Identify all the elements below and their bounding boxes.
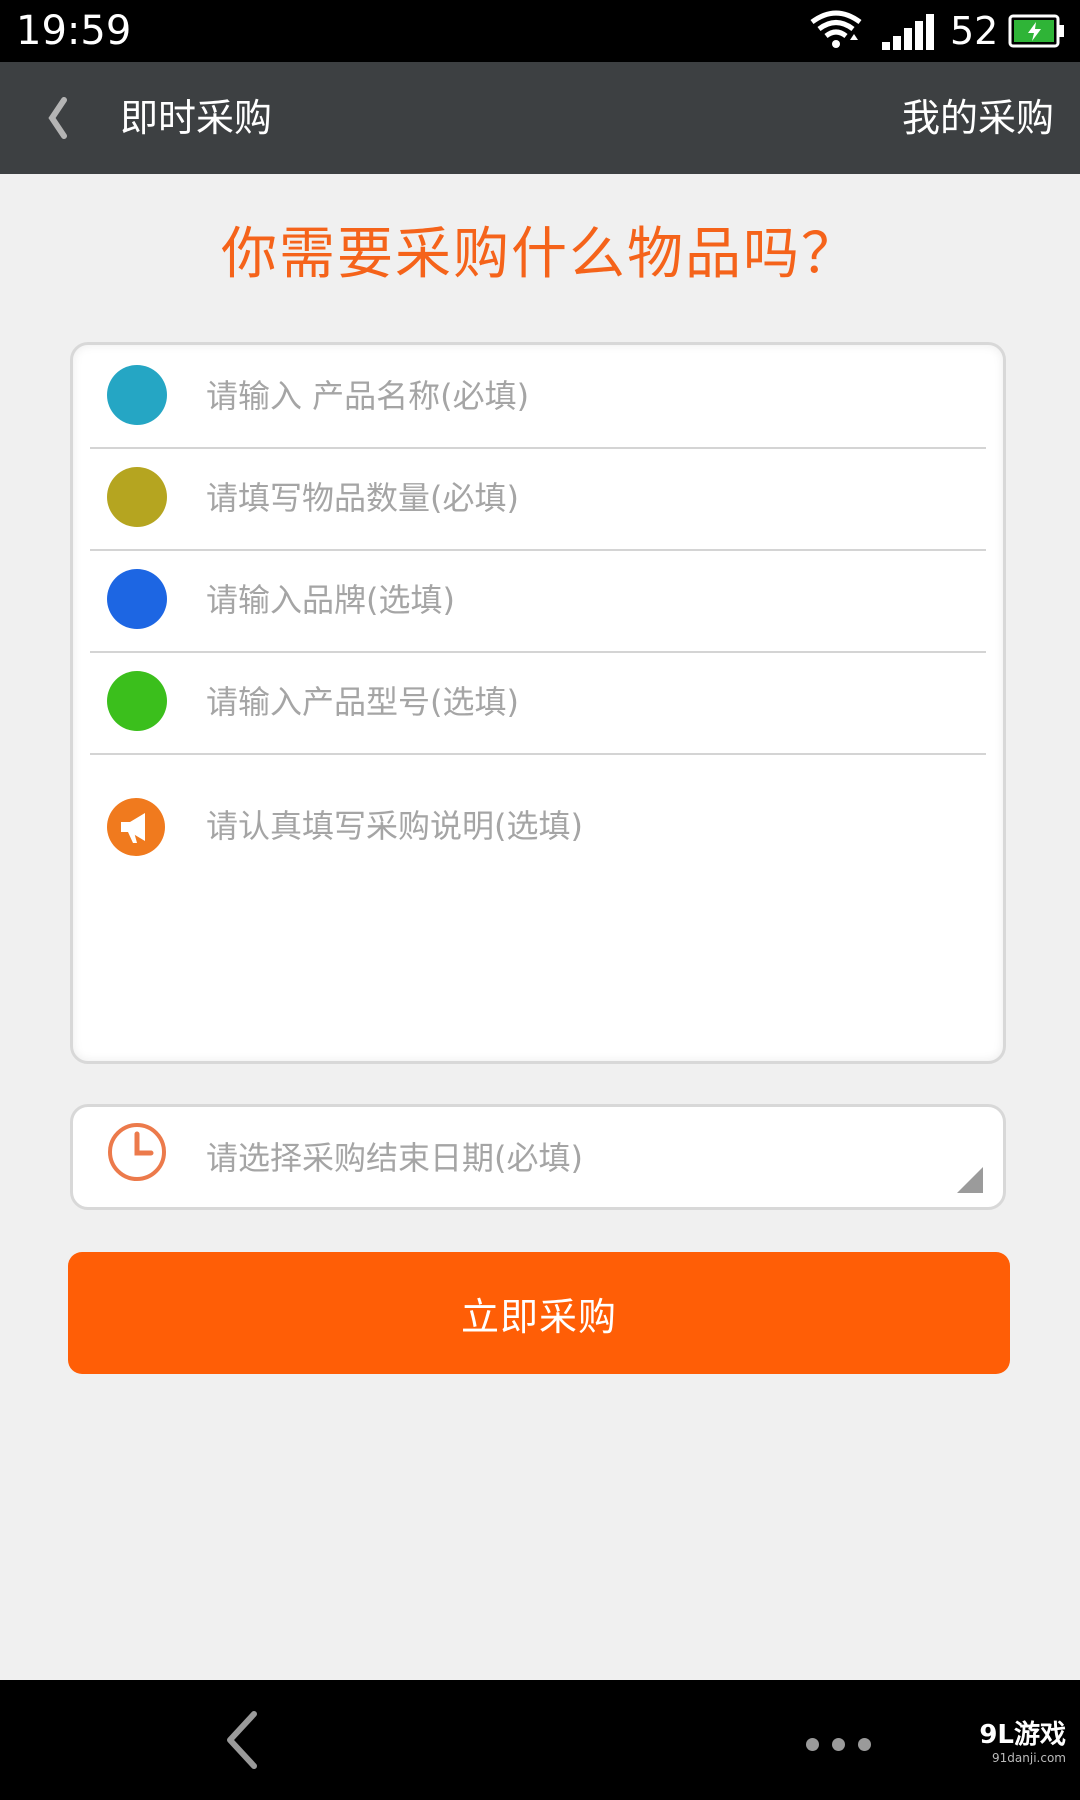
purchase-notes-textarea[interactable] — [206, 801, 976, 1041]
product-name-row — [90, 345, 986, 449]
cell-signal-icon — [882, 14, 936, 54]
page-title: 即时采购 — [120, 96, 273, 140]
dot-icon — [832, 1738, 845, 1751]
navigation-bar — [0, 1680, 1080, 1800]
dropdown-corner-icon — [957, 1167, 983, 1193]
quantity-input[interactable] — [206, 473, 966, 523]
megaphone-icon — [106, 797, 166, 861]
dot-icon — [806, 1738, 819, 1751]
nav-back-button[interactable] — [222, 1710, 262, 1774]
battery-percent: 52 — [950, 9, 999, 53]
product-name-input[interactable] — [206, 371, 966, 421]
chevron-left-icon — [48, 97, 67, 139]
watermark-sub: 91danji.com — [992, 1751, 1066, 1765]
quantity-dot-icon — [107, 467, 167, 527]
status-time: 19:59 — [16, 8, 132, 54]
model-row — [90, 651, 986, 755]
headline: 你需要采购什么物品吗？ — [221, 222, 859, 287]
dot-icon — [858, 1738, 871, 1751]
brand-dot-icon — [107, 569, 167, 629]
purchase-now-button[interactable]: 立即采购 — [68, 1252, 1010, 1374]
more-menu-button[interactable] — [806, 1736, 884, 1755]
product-name-dot-icon — [107, 365, 167, 425]
watermark-main: 9L游戏 — [979, 1720, 1066, 1750]
brand-row — [90, 549, 986, 653]
status-bar: 19:59 52 — [0, 0, 1080, 62]
brand-input[interactable] — [206, 575, 966, 625]
clock-icon — [106, 1121, 168, 1187]
watermark-logo: 9L游戏 91danji.com — [979, 1720, 1066, 1766]
purchase-form-card — [70, 342, 1006, 1064]
battery-charging-icon — [1008, 14, 1066, 52]
back-button[interactable] — [40, 90, 80, 146]
end-date-picker[interactable]: 请选择采购结束日期(必填) — [70, 1104, 1006, 1210]
my-purchases-link[interactable]: 我的采购 — [902, 92, 1054, 144]
title-bar: 即时采购 我的采购 — [0, 62, 1080, 174]
end-date-placeholder: 请选择采购结束日期(必填) — [206, 1139, 583, 1177]
quantity-row — [90, 447, 986, 551]
wifi-icon — [810, 10, 862, 54]
model-input[interactable] — [206, 677, 966, 727]
nav-back-icon — [227, 1711, 257, 1769]
model-dot-icon — [107, 671, 167, 731]
